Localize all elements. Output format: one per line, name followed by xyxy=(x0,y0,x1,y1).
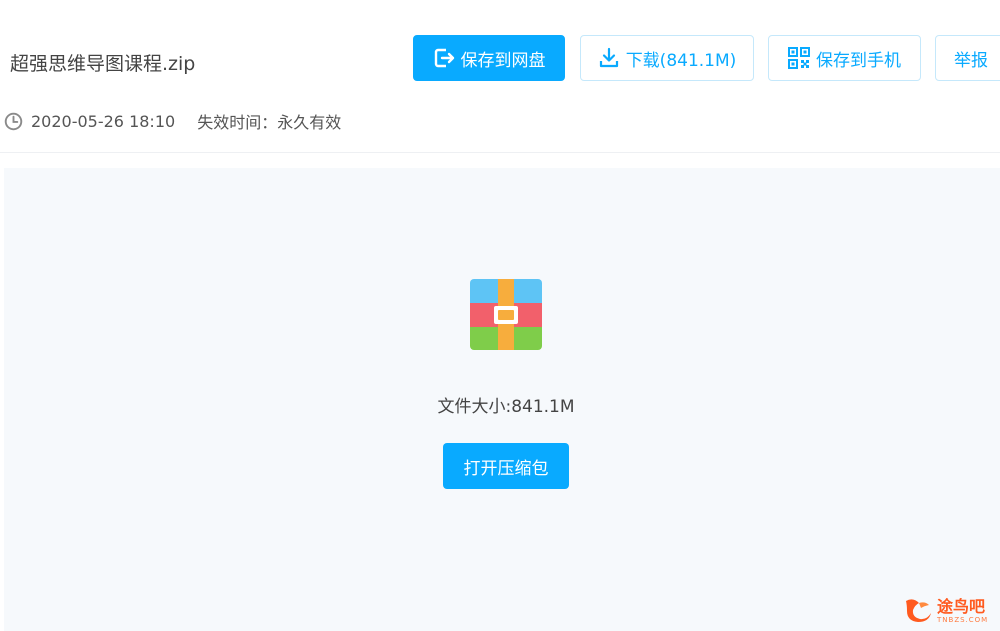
clock-icon xyxy=(4,112,23,131)
watermark-main: 途鸟吧 xyxy=(937,596,986,616)
save-to-phone-button[interactable]: 保存到手机 xyxy=(768,35,921,81)
open-archive-label: 打开压缩包 xyxy=(463,458,549,479)
file-meta: 2020-05-26 18:10 失效时间： 永久有效 xyxy=(4,109,341,133)
site-watermark: 途鸟吧 TNBZS.COM xyxy=(903,595,997,627)
file-title: 超强思维导图课程.zip xyxy=(10,53,196,75)
download-button[interactable]: 下载(841.1M) xyxy=(580,35,754,81)
save-to-phone-label: 保存到手机 xyxy=(816,50,901,71)
download-icon xyxy=(598,47,620,69)
qr-code-icon xyxy=(788,47,810,69)
expire-value: 永久有效 xyxy=(277,113,342,132)
upload-date: 2020-05-26 18:10 xyxy=(31,111,176,131)
download-label: 下载(841.1M) xyxy=(625,50,737,71)
zip-archive-icon xyxy=(470,279,542,350)
save-to-netdisk-label: 保存到网盘 xyxy=(460,50,546,71)
header-divider xyxy=(0,152,1000,153)
file-size-text: 文件大小:841.1M xyxy=(437,397,575,417)
watermark-sub: TNBZS.COM xyxy=(937,615,989,624)
report-label: 举报 xyxy=(954,50,988,71)
expire-label: 失效时间： xyxy=(197,113,278,132)
save-to-netdisk-button[interactable]: 保存到网盘 xyxy=(413,35,565,81)
bird-logo-icon xyxy=(903,595,933,627)
open-archive-button[interactable]: 打开压缩包 xyxy=(443,443,569,489)
report-button[interactable]: 举报 xyxy=(935,35,1000,81)
export-to-cloud-icon xyxy=(433,47,455,69)
